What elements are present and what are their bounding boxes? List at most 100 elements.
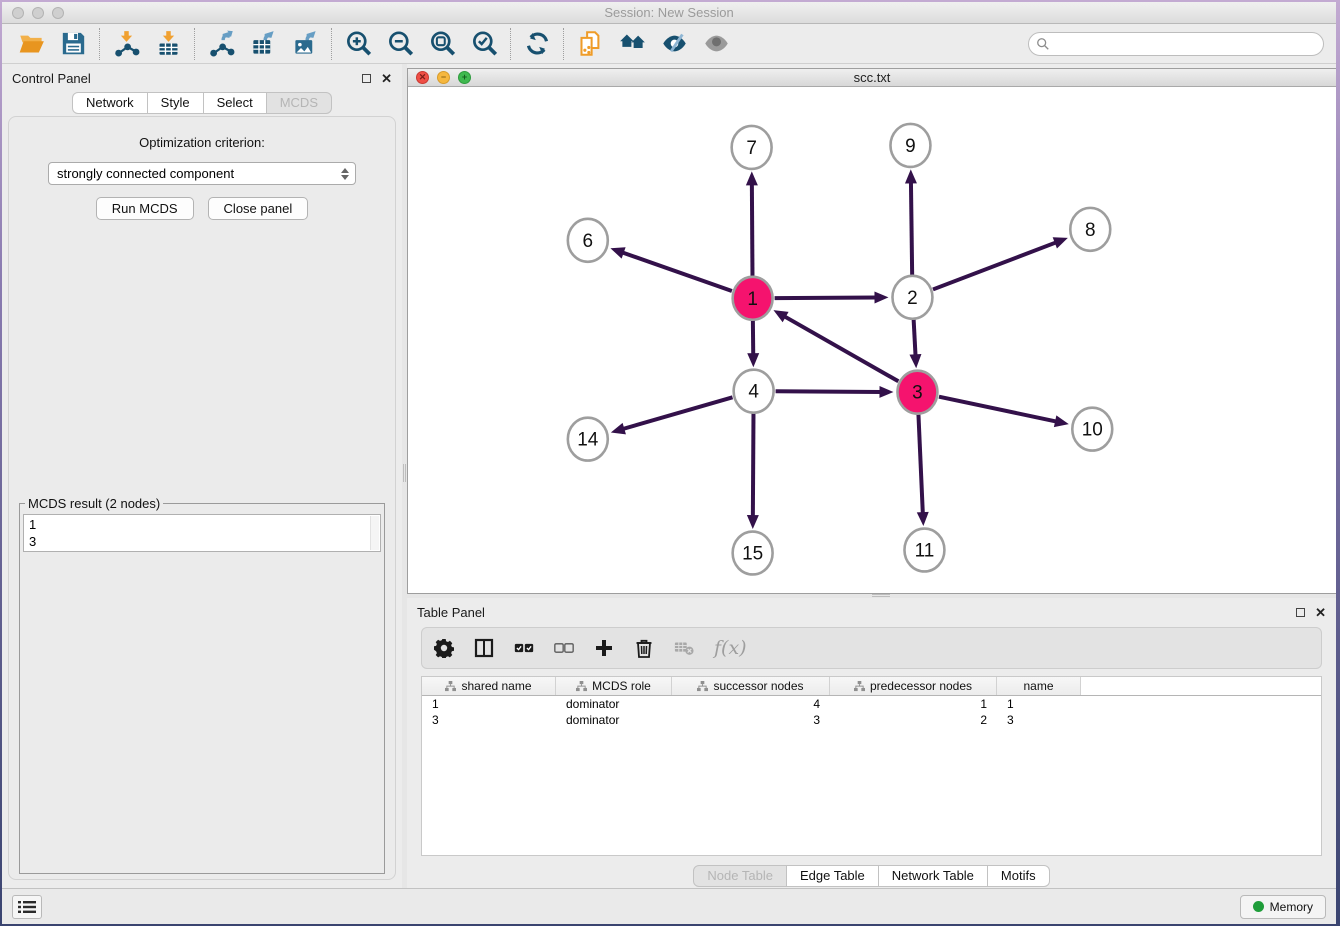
- edge-2-9[interactable]: [911, 181, 912, 275]
- column-chooser-button[interactable]: [474, 638, 494, 658]
- network-maximize-icon[interactable]: +: [458, 71, 471, 84]
- edge-4-14[interactable]: [622, 397, 732, 429]
- close-panel-icon[interactable]: ✕: [1315, 606, 1326, 619]
- zoom-fit-button[interactable]: [421, 27, 463, 61]
- table-cell[interactable]: 3: [997, 713, 1081, 727]
- tab-mcds[interactable]: MCDS: [267, 92, 332, 114]
- graph-node-2[interactable]: 2: [892, 275, 932, 318]
- tab-style[interactable]: Style: [148, 92, 204, 114]
- graph-node-1[interactable]: 1: [733, 276, 773, 319]
- edge-1-7[interactable]: [752, 183, 753, 276]
- float-panel-icon[interactable]: [362, 74, 371, 83]
- run-mcds-button[interactable]: Run MCDS: [96, 197, 194, 220]
- task-history-button[interactable]: [12, 895, 42, 919]
- float-panel-icon[interactable]: [1296, 608, 1305, 617]
- network-minimize-icon[interactable]: −: [437, 71, 450, 84]
- graph-node-11[interactable]: 11: [904, 528, 944, 571]
- network-close-icon[interactable]: ✕: [416, 71, 429, 84]
- table-cell[interactable]: 1: [997, 697, 1081, 711]
- table-row[interactable]: 3dominator323: [422, 712, 1321, 728]
- export-image-button[interactable]: [284, 27, 326, 61]
- result-scrollbar[interactable]: [370, 516, 379, 550]
- node-label: 4: [748, 381, 759, 402]
- table-cell[interactable]: 3: [422, 713, 556, 727]
- export-table-button[interactable]: [242, 27, 284, 61]
- table-cell[interactable]: dominator: [556, 713, 672, 727]
- edge-1-6[interactable]: [622, 252, 732, 291]
- mcds-panel: Optimization criterion: strongly connect…: [8, 116, 396, 880]
- column-header-name[interactable]: name: [997, 677, 1081, 695]
- tab-motifs[interactable]: Motifs: [988, 865, 1050, 887]
- tab-select[interactable]: Select: [204, 92, 267, 114]
- toolbar-separator: [563, 28, 564, 60]
- panel-splitter-vertical[interactable]: [402, 64, 407, 888]
- houses-icon: [619, 30, 646, 57]
- graph-node-6[interactable]: 6: [568, 218, 608, 261]
- graph-node-10[interactable]: 10: [1072, 407, 1112, 450]
- graph-node-9[interactable]: 9: [890, 124, 930, 167]
- save-session-button[interactable]: [52, 27, 94, 61]
- graph-node-15[interactable]: 15: [733, 531, 773, 574]
- node-table[interactable]: shared nameMCDS rolesuccessor nodesprede…: [421, 676, 1322, 856]
- copy-network-view-button[interactable]: [569, 27, 611, 61]
- edge-3-11[interactable]: [918, 414, 922, 514]
- network-canvas[interactable]: 1 2 3 4 6 7 8 9 10 11 14 15: [408, 87, 1336, 593]
- delete-column-button[interactable]: [634, 638, 654, 658]
- search-input[interactable]: [1028, 32, 1324, 56]
- tab-network-table[interactable]: Network Table: [879, 865, 988, 887]
- node-label: 9: [905, 135, 916, 156]
- column-header-MCDS-role[interactable]: MCDS role: [556, 677, 672, 695]
- refresh-view-button[interactable]: [516, 27, 558, 61]
- home-view-button[interactable]: [611, 27, 653, 61]
- table-cell[interactable]: 1: [830, 697, 997, 711]
- table-settings-button[interactable]: [434, 638, 454, 658]
- open-session-button[interactable]: [10, 27, 52, 61]
- edge-2-3[interactable]: [914, 319, 916, 356]
- import-table-button[interactable]: [147, 27, 189, 61]
- table-cell[interactable]: 4: [672, 697, 830, 711]
- hide-graphics-details-button[interactable]: [653, 27, 695, 61]
- table-cell[interactable]: 1: [422, 697, 556, 711]
- table-cell[interactable]: dominator: [556, 697, 672, 711]
- memory-status-icon: [1253, 901, 1264, 912]
- tab-network[interactable]: Network: [72, 92, 148, 114]
- network-graph[interactable]: 1 2 3 4 6 7 8 9 10 11 14 15: [408, 87, 1336, 593]
- table-row[interactable]: 1dominator411: [422, 696, 1321, 712]
- edge-4-15[interactable]: [753, 413, 754, 517]
- mcds-result-textarea[interactable]: 13: [23, 514, 381, 552]
- memory-button[interactable]: Memory: [1240, 895, 1326, 919]
- edge-3-1[interactable]: [784, 316, 898, 381]
- eye-icon: [703, 30, 730, 57]
- graph-node-14[interactable]: 14: [568, 417, 608, 460]
- edge-4-3[interactable]: [776, 391, 882, 392]
- close-panel-button[interactable]: Close panel: [208, 197, 309, 220]
- panel-splitter-horizontal[interactable]: [407, 594, 1336, 598]
- graph-node-8[interactable]: 8: [1070, 207, 1110, 250]
- zoom-selected-button[interactable]: [463, 27, 505, 61]
- import-network-button[interactable]: [105, 27, 147, 61]
- edge-1-2[interactable]: [775, 297, 877, 298]
- zoom-out-button[interactable]: [379, 27, 421, 61]
- control-panel-title: Control Panel: [12, 71, 91, 86]
- table-cell[interactable]: 2: [830, 713, 997, 727]
- edge-3-10[interactable]: [939, 396, 1057, 421]
- show-graphics-details-button[interactable]: [695, 27, 737, 61]
- edge-2-8[interactable]: [933, 242, 1057, 289]
- table-cell[interactable]: 3: [672, 713, 830, 727]
- tab-node-table[interactable]: Node Table: [693, 865, 787, 887]
- graph-node-3[interactable]: 3: [897, 370, 937, 413]
- export-network-button[interactable]: [200, 27, 242, 61]
- column-header-predecessor-nodes[interactable]: predecessor nodes: [830, 677, 997, 695]
- column-header-shared-name[interactable]: shared name: [422, 677, 556, 695]
- select-all-columns-button[interactable]: [514, 638, 534, 658]
- unselect-all-columns-button[interactable]: [554, 638, 574, 658]
- close-panel-icon[interactable]: ✕: [381, 72, 392, 85]
- column-header-successor-nodes[interactable]: successor nodes: [672, 677, 830, 695]
- optimization-criterion-select[interactable]: strongly connected component: [48, 162, 356, 185]
- create-column-button[interactable]: [594, 638, 614, 658]
- open-folder-icon: [18, 30, 45, 57]
- graph-node-4[interactable]: 4: [734, 369, 774, 412]
- tab-edge-table[interactable]: Edge Table: [787, 865, 879, 887]
- graph-node-7[interactable]: 7: [732, 126, 772, 169]
- zoom-in-button[interactable]: [337, 27, 379, 61]
